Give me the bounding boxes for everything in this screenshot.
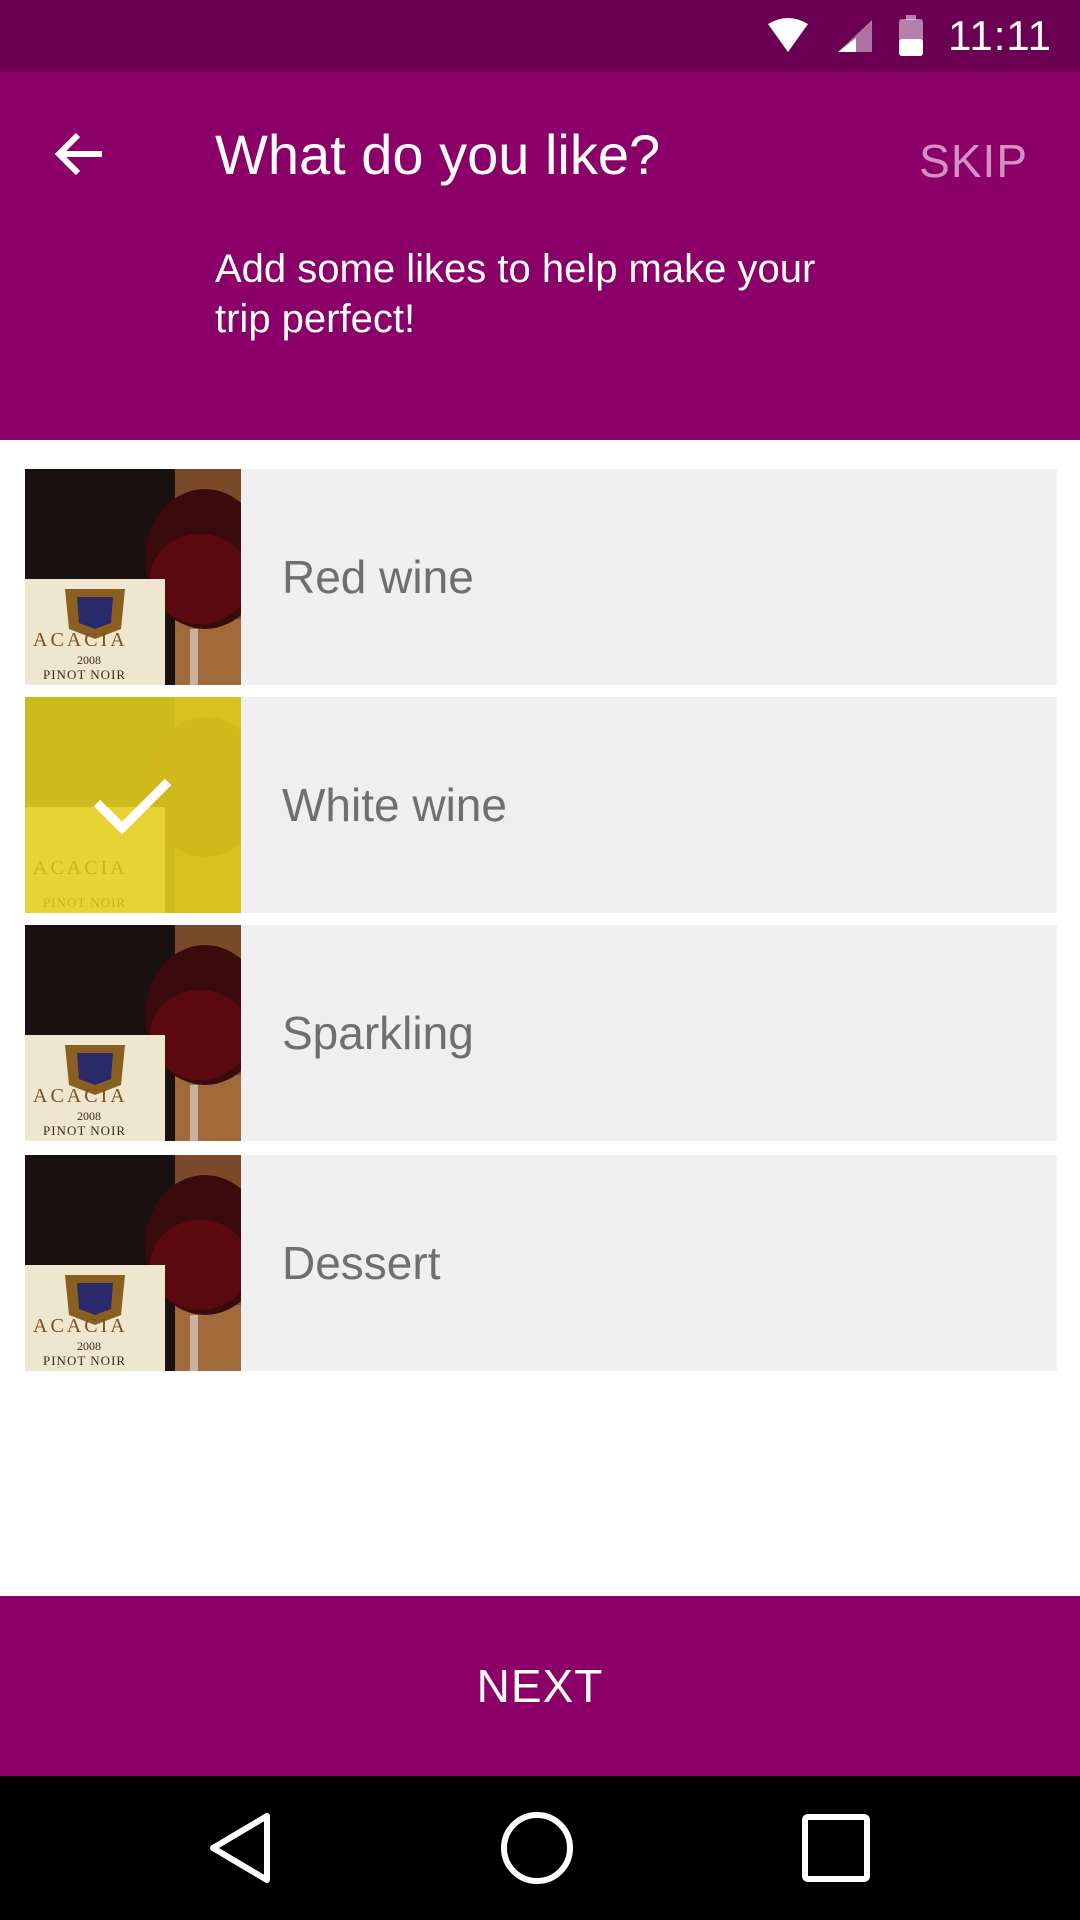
thumbnail-variety: PINOT NOIR bbox=[43, 1123, 127, 1138]
skip-button[interactable]: SKIP bbox=[919, 134, 1028, 188]
status-time: 11:11 bbox=[948, 12, 1052, 59]
like-item-label: White wine bbox=[282, 779, 507, 831]
back-triangle-icon bbox=[210, 1813, 270, 1883]
app-bar: What do you like? SKIP Add some likes to… bbox=[0, 72, 1080, 440]
thumbnail-variety: PINOT NOIR bbox=[43, 667, 127, 682]
like-item-label: Sparkling bbox=[282, 1007, 474, 1059]
back-button[interactable] bbox=[40, 114, 120, 194]
thumbnail-year: 2008 bbox=[77, 1339, 101, 1353]
wifi-icon bbox=[768, 18, 809, 52]
status-icons: 11:11 bbox=[766, 0, 1052, 72]
like-item-label: Red wine bbox=[282, 551, 474, 603]
cell-signal-icon bbox=[838, 20, 873, 52]
nav-home-button[interactable] bbox=[487, 1798, 587, 1898]
wine-thumbnail: ACACIA PINOT NOIR bbox=[25, 697, 241, 913]
home-circle-icon bbox=[501, 1812, 573, 1884]
likes-list: ACACIA 2008 PINOT NOIR Red wine ACACIA P… bbox=[25, 469, 1057, 1383]
like-item-white-wine[interactable]: ACACIA PINOT NOIR White wine bbox=[25, 697, 1057, 913]
thumbnail-brand: ACACIA bbox=[33, 629, 128, 651]
page-title: What do you like? bbox=[215, 123, 661, 186]
wine-thumbnail: ACACIA 2008 PINOT NOIR bbox=[25, 925, 241, 1141]
checkmark-icon bbox=[93, 778, 172, 835]
like-item-red-wine[interactable]: ACACIA 2008 PINOT NOIR Red wine bbox=[25, 469, 1057, 685]
like-item-label: Dessert bbox=[282, 1237, 441, 1289]
nav-recents-button[interactable] bbox=[786, 1798, 886, 1898]
wine-thumbnail: ACACIA 2008 PINOT NOIR bbox=[25, 469, 241, 685]
thumbnail-year: 2008 bbox=[77, 1109, 101, 1123]
thumbnail-year: 2008 bbox=[77, 653, 101, 667]
nav-back-button[interactable] bbox=[190, 1798, 290, 1898]
arrow-left-icon bbox=[54, 132, 102, 176]
system-nav-bar bbox=[0, 1776, 1080, 1920]
thumbnail-brand: ACACIA bbox=[33, 1085, 128, 1107]
thumbnail-variety: PINOT NOIR bbox=[43, 1353, 127, 1368]
next-button-label: NEXT bbox=[476, 1660, 604, 1712]
recents-square-icon bbox=[802, 1814, 870, 1882]
next-button[interactable]: NEXT bbox=[0, 1596, 1080, 1776]
status-bar: 11:11 bbox=[0, 0, 1080, 72]
thumbnail-brand: ACACIA bbox=[33, 1315, 128, 1337]
wine-thumbnail: ACACIA 2008 PINOT NOIR bbox=[25, 1155, 241, 1371]
like-item-sparkling[interactable]: ACACIA 2008 PINOT NOIR Sparkling bbox=[25, 925, 1057, 1141]
like-item-dessert[interactable]: ACACIA 2008 PINOT NOIR Dessert bbox=[25, 1155, 1057, 1371]
battery-icon bbox=[899, 15, 924, 56]
page-subtitle: Add some likes to help make your trip pe… bbox=[215, 247, 816, 341]
